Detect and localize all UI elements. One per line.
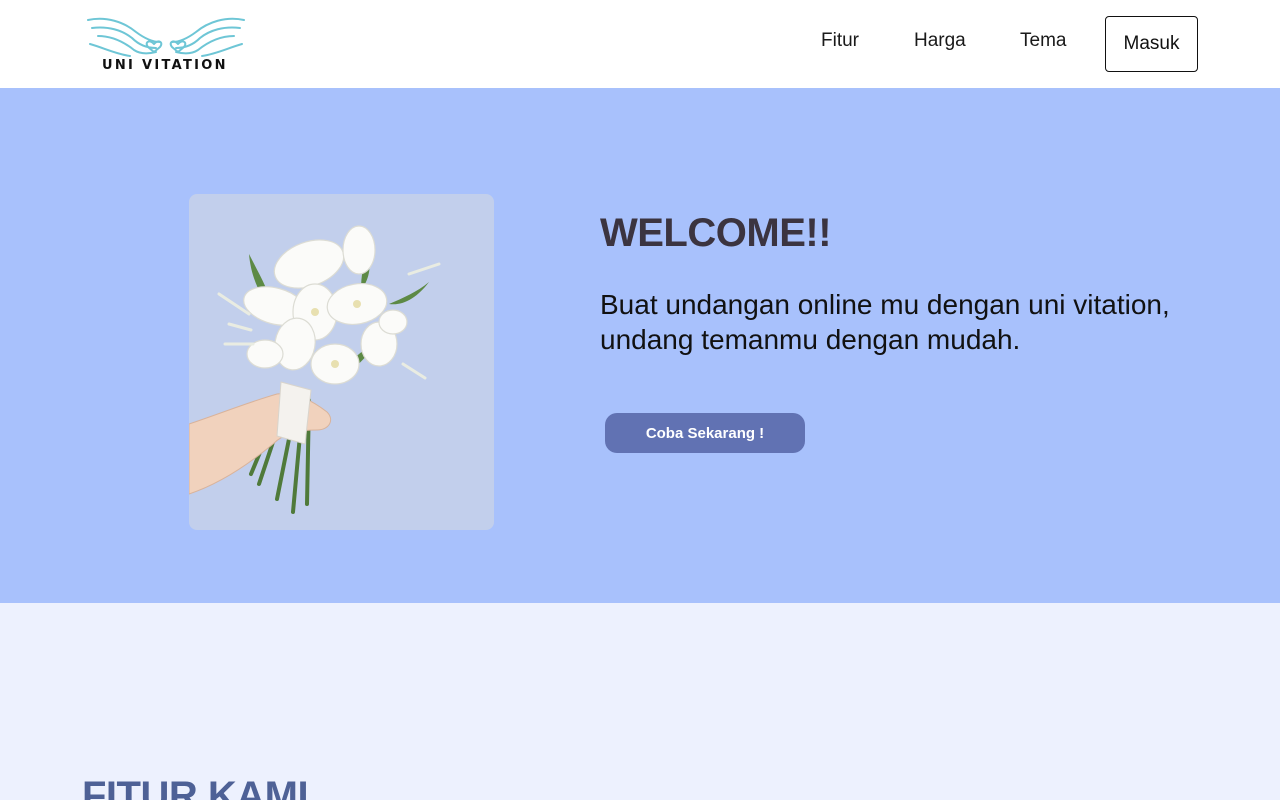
features-section: FITUR KAMI <box>0 603 1280 800</box>
features-title: FITUR KAMI <box>82 774 309 800</box>
brand-logo[interactable]: UNI VITATION <box>86 14 246 76</box>
nav-link-tema[interactable]: Tema <box>1020 30 1066 52</box>
try-now-button[interactable]: Coba Sekarang ! <box>605 413 805 453</box>
hero-image <box>189 194 494 530</box>
doves-heart-icon <box>87 17 245 57</box>
hero-subtitle: Buat undangan online mu dengan uni vitat… <box>600 289 1170 355</box>
nav-link-fitur[interactable]: Fitur <box>821 30 859 52</box>
bouquet-icon <box>189 225 441 514</box>
hero-section: WELCOME!! Buat undangan online mu dengan… <box>0 88 1280 603</box>
hero-title: WELCOME!! <box>600 211 832 255</box>
nav-link-harga[interactable]: Harga <box>914 30 966 52</box>
site-header: UNI VITATION Fitur Harga Tema Masuk <box>0 0 1280 88</box>
login-button[interactable]: Masuk <box>1105 16 1198 72</box>
brand-name: UNI VITATION <box>102 58 228 73</box>
